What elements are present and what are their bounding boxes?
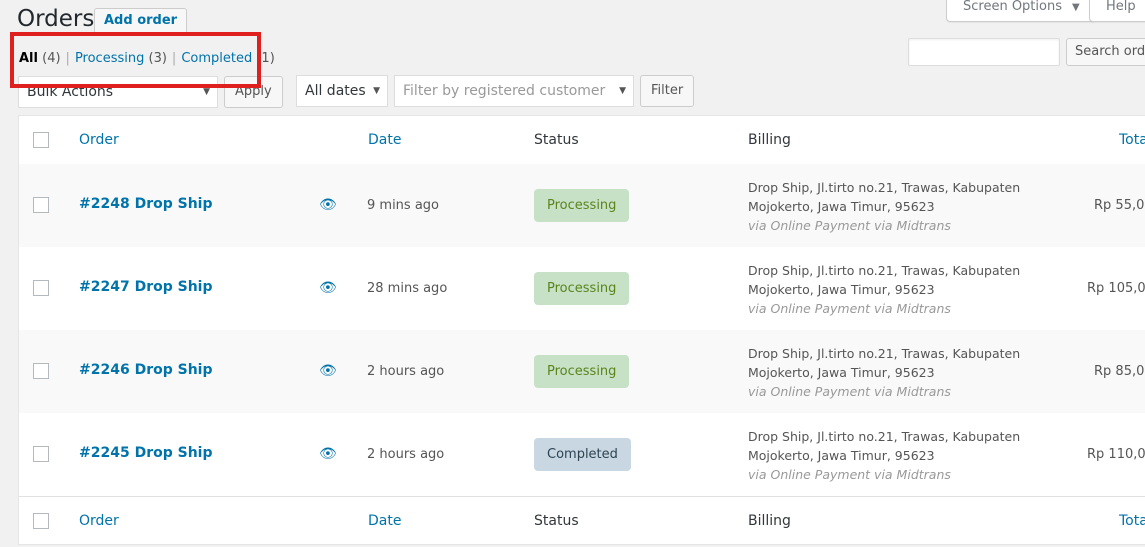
select-all-checkbox[interactable] [33, 513, 49, 529]
billing-address: Drop Ship, Jl.tirto no.21, Trawas, Kabup… [748, 178, 1020, 235]
preview-eye-icon[interactable]: 👁 [319, 197, 337, 213]
order-link[interactable]: #2245 Drop Ship [79, 445, 212, 461]
preview-eye-icon[interactable]: 👁 [319, 363, 337, 379]
row-checkbox[interactable] [33, 446, 49, 462]
payment-method: via Online Payment via Midtrans [748, 301, 951, 316]
status-badge: Completed [534, 438, 631, 471]
help-button[interactable]: Help▼ [1089, 0, 1145, 22]
table-header: Order Date Status Billing Total [19, 116, 1145, 165]
billing-address: Drop Ship, Jl.tirto no.21, Trawas, Kabup… [748, 344, 1020, 401]
payment-method: via Online Payment via Midtrans [748, 218, 951, 233]
column-date[interactable]: Date [368, 513, 401, 529]
screen-options-label: Screen Options [963, 0, 1062, 14]
caret-down-icon: ▼ [1072, 2, 1080, 13]
page-title: Orders [17, 6, 95, 32]
billing-line: Drop Ship, Jl.tirto no.21, Trawas, Kabup… [748, 346, 1021, 361]
customer-filter-select[interactable]: Filter by registered customer ▼ [394, 75, 634, 107]
order-link[interactable]: #2246 Drop Ship [79, 362, 212, 378]
billing-line: Drop Ship, Jl.tirto no.21, Trawas, Kabup… [748, 263, 1021, 278]
column-status: Status [534, 513, 579, 529]
billing-line: Drop Ship, Jl.tirto no.21, Trawas, Kabup… [748, 180, 1021, 195]
table-row: #2247 Drop Ship 👁 28 mins ago Processing… [19, 247, 1145, 330]
table-row: #2246 Drop Ship 👁 2 hours ago Processing… [19, 330, 1145, 413]
customer-filter-placeholder: Filter by registered customer [403, 83, 606, 99]
status-badge: Processing [534, 272, 630, 305]
column-total[interactable]: Total [1119, 132, 1145, 148]
payment-method: via Online Payment via Midtrans [748, 384, 951, 399]
preview-eye-icon[interactable]: 👁 [319, 280, 337, 296]
search-input[interactable] [908, 38, 1060, 66]
table-row: #2245 Drop Ship 👁 2 hours ago Completed … [19, 413, 1145, 496]
row-checkbox[interactable] [33, 197, 49, 213]
orders-table: Order Date Status Billing Total #2248 Dr… [18, 115, 1145, 545]
status-badge: Processing [534, 189, 630, 222]
billing-address: Drop Ship, Jl.tirto no.21, Trawas, Kabup… [748, 261, 1020, 318]
order-date: 28 mins ago [367, 281, 448, 296]
billing-line: Drop Ship, Jl.tirto no.21, Trawas, Kabup… [748, 429, 1021, 444]
order-date: 9 mins ago [367, 198, 439, 213]
column-date[interactable]: Date [368, 132, 401, 148]
search-orders-button[interactable]: Search orders [1066, 38, 1145, 66]
dropdown-arrow-icon: ▼ [619, 86, 626, 96]
billing-line: Mojokerto, Jawa Timur, 95623 [748, 365, 935, 380]
preview-eye-icon[interactable]: 👁 [319, 446, 337, 462]
billing-address: Drop Ship, Jl.tirto no.21, Trawas, Kabup… [748, 427, 1020, 484]
select-all-checkbox[interactable] [33, 132, 49, 148]
date-filter-value: All dates [305, 83, 366, 99]
order-total: Rp 85,000 [1094, 364, 1145, 379]
status-badge: Processing [534, 355, 630, 388]
column-total[interactable]: Total [1119, 513, 1145, 529]
column-billing: Billing [748, 513, 791, 529]
table-row: #2248 Drop Ship 👁 9 mins ago Processing … [19, 164, 1145, 247]
highlight-box [10, 32, 261, 88]
billing-line: Mojokerto, Jawa Timur, 95623 [748, 282, 935, 297]
order-total: Rp 105,000 [1087, 281, 1145, 296]
help-label: Help [1106, 0, 1136, 14]
table-footer: Order Date Status Billing Total [19, 496, 1145, 547]
filter-button[interactable]: Filter [640, 75, 695, 107]
order-date: 2 hours ago [367, 447, 445, 462]
row-checkbox[interactable] [33, 280, 49, 296]
order-total: Rp 55,000 [1094, 198, 1145, 213]
order-link[interactable]: #2247 Drop Ship [79, 279, 212, 295]
payment-method: via Online Payment via Midtrans [748, 467, 951, 482]
column-order[interactable]: Order [79, 132, 119, 148]
date-filter-select[interactable]: All dates ▼ [296, 75, 388, 107]
order-total: Rp 110,000 [1087, 447, 1145, 462]
billing-line: Mojokerto, Jawa Timur, 95623 [748, 448, 935, 463]
billing-line: Mojokerto, Jawa Timur, 95623 [748, 199, 935, 214]
column-order[interactable]: Order [79, 513, 119, 529]
order-date: 2 hours ago [367, 364, 445, 379]
row-checkbox[interactable] [33, 363, 49, 379]
add-order-button[interactable]: Add order [94, 8, 188, 34]
screen-options-button[interactable]: Screen Options ▼ [946, 0, 1097, 22]
order-link[interactable]: #2248 Drop Ship [79, 196, 212, 212]
column-billing: Billing [748, 132, 791, 148]
dropdown-arrow-icon: ▼ [373, 86, 380, 96]
column-status: Status [534, 132, 579, 148]
